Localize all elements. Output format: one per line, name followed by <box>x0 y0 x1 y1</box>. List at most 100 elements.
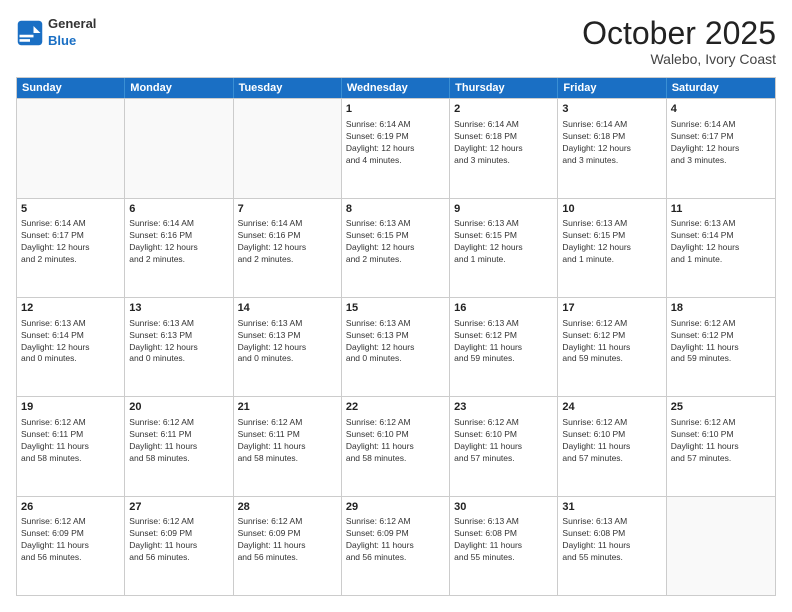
cell-day-number: 15 <box>346 301 445 316</box>
cal-cell: 11Sunrise: 6:13 AM Sunset: 6:14 PM Dayli… <box>667 199 775 297</box>
cell-info: Sunrise: 6:12 AM Sunset: 6:11 PM Dayligh… <box>21 417 120 465</box>
cell-info: Sunrise: 6:13 AM Sunset: 6:14 PM Dayligh… <box>671 218 771 266</box>
cal-cell: 17 Sunrise: 6:12 AM Sunset: 6:12 PM Dayli… <box>558 298 666 396</box>
cell-day-number: 29 <box>346 500 445 515</box>
cal-cell: 21Sunrise: 6:12 AM Sunset: 6:11 PM Dayli… <box>234 397 342 495</box>
cal-cell: 9Sunrise: 6:13 AM Sunset: 6:15 PM Daylig… <box>450 199 558 297</box>
logo: General Blue <box>16 16 96 50</box>
cell-day-number: 30 <box>454 500 553 515</box>
cal-cell: 1 Sunrise: 6:14 AM Sunset: 6:19 PM Daylig… <box>342 99 450 197</box>
cal-cell: 13 Sunrise: 6:13 AM Sunset: 6:13 PM Dayli… <box>125 298 233 396</box>
cal-cell: 22Sunrise: 6:12 AM Sunset: 6:10 PM Dayli… <box>342 397 450 495</box>
cell-info: Sunrise: 6:12 AM Sunset: 6:12 PM Dayligh… <box>562 318 661 366</box>
cell-day-number: 4 <box>671 102 771 117</box>
cell-info: Sunrise: 6:12 AM Sunset: 6:10 PM Dayligh… <box>671 417 771 465</box>
cell-day-number: 1 <box>346 102 445 117</box>
cal-cell: 3 Sunrise: 6:14 AM Sunset: 6:18 PM Daylig… <box>558 99 666 197</box>
cell-day-number: 26 <box>21 500 120 515</box>
logo-icon <box>16 19 44 47</box>
cell-day-number: 20 <box>129 400 228 415</box>
cell-day-number: 17 <box>562 301 661 316</box>
cell-info: Sunrise: 6:14 AM Sunset: 6:18 PM Dayligh… <box>454 119 553 167</box>
cell-info: Sunrise: 6:14 AM Sunset: 6:19 PM Dayligh… <box>346 119 445 167</box>
cell-info: Sunrise: 6:12 AM Sunset: 6:09 PM Dayligh… <box>129 516 228 564</box>
cell-info: Sunrise: 6:13 AM Sunset: 6:13 PM Dayligh… <box>238 318 337 366</box>
cell-info: Sunrise: 6:13 AM Sunset: 6:15 PM Dayligh… <box>562 218 661 266</box>
cell-info: Sunrise: 6:13 AM Sunset: 6:14 PM Dayligh… <box>21 318 120 366</box>
cal-cell: 16 Sunrise: 6:13 AM Sunset: 6:12 PM Dayli… <box>450 298 558 396</box>
cal-cell: 2 Sunrise: 6:14 AM Sunset: 6:18 PM Daylig… <box>450 99 558 197</box>
cell-info: Sunrise: 6:12 AM Sunset: 6:12 PM Dayligh… <box>671 318 771 366</box>
month-title: October 2025 <box>582 16 776 51</box>
cal-cell: 29Sunrise: 6:12 AM Sunset: 6:09 PM Dayli… <box>342 497 450 595</box>
cell-info: Sunrise: 6:14 AM Sunset: 6:16 PM Dayligh… <box>238 218 337 266</box>
cal-row-5: 26Sunrise: 6:12 AM Sunset: 6:09 PM Dayli… <box>17 496 775 595</box>
header-monday: Monday <box>125 78 233 98</box>
cell-info: Sunrise: 6:13 AM Sunset: 6:08 PM Dayligh… <box>562 516 661 564</box>
cal-cell: 25 Sunrise: 6:12 AM Sunset: 6:10 PM Dayli… <box>667 397 775 495</box>
header-saturday: Saturday <box>667 78 775 98</box>
cal-cell <box>125 99 233 197</box>
cell-info: Sunrise: 6:13 AM Sunset: 6:15 PM Dayligh… <box>454 218 553 266</box>
cal-cell: 30Sunrise: 6:13 AM Sunset: 6:08 PM Dayli… <box>450 497 558 595</box>
cell-day-number: 27 <box>129 500 228 515</box>
cal-cell: 5Sunrise: 6:14 AM Sunset: 6:17 PM Daylig… <box>17 199 125 297</box>
cell-info: Sunrise: 6:14 AM Sunset: 6:18 PM Dayligh… <box>562 119 661 167</box>
cal-cell: 4Sunrise: 6:14 AM Sunset: 6:17 PM Daylig… <box>667 99 775 197</box>
cell-day-number: 12 <box>21 301 120 316</box>
cal-cell: 6Sunrise: 6:14 AM Sunset: 6:16 PM Daylig… <box>125 199 233 297</box>
header-thursday: Thursday <box>450 78 558 98</box>
cell-info: Sunrise: 6:12 AM Sunset: 6:09 PM Dayligh… <box>21 516 120 564</box>
cell-day-number: 25 <box>671 400 771 415</box>
cell-info: Sunrise: 6:13 AM Sunset: 6:15 PM Dayligh… <box>346 218 445 266</box>
cell-day-number: 16 <box>454 301 553 316</box>
calendar: Sunday Monday Tuesday Wednesday Thursday… <box>16 77 776 596</box>
cell-day-number: 3 <box>562 102 661 117</box>
cell-day-number: 13 <box>129 301 228 316</box>
cell-info: Sunrise: 6:14 AM Sunset: 6:16 PM Dayligh… <box>129 218 228 266</box>
cell-day-number: 10 <box>562 202 661 217</box>
header-friday: Friday <box>558 78 666 98</box>
cell-day-number: 22 <box>346 400 445 415</box>
cal-cell: 24Sunrise: 6:12 AM Sunset: 6:10 PM Dayli… <box>558 397 666 495</box>
cal-row-1: 1 Sunrise: 6:14 AM Sunset: 6:19 PM Daylig… <box>17 98 775 197</box>
cal-cell: 18 Sunrise: 6:12 AM Sunset: 6:12 PM Dayli… <box>667 298 775 396</box>
cell-info: Sunrise: 6:13 AM Sunset: 6:13 PM Dayligh… <box>129 318 228 366</box>
cal-cell: 28Sunrise: 6:12 AM Sunset: 6:09 PM Dayli… <box>234 497 342 595</box>
cell-info: Sunrise: 6:13 AM Sunset: 6:08 PM Dayligh… <box>454 516 553 564</box>
cal-cell: 14 Sunrise: 6:13 AM Sunset: 6:13 PM Dayli… <box>234 298 342 396</box>
cell-day-number: 9 <box>454 202 553 217</box>
header-wednesday: Wednesday <box>342 78 450 98</box>
cell-day-number: 14 <box>238 301 337 316</box>
cell-info: Sunrise: 6:13 AM Sunset: 6:13 PM Dayligh… <box>346 318 445 366</box>
cal-cell <box>667 497 775 595</box>
header-tuesday: Tuesday <box>234 78 342 98</box>
cal-cell: 20 Sunrise: 6:12 AM Sunset: 6:11 PM Dayli… <box>125 397 233 495</box>
cal-cell: 10Sunrise: 6:13 AM Sunset: 6:15 PM Dayli… <box>558 199 666 297</box>
cell-day-number: 31 <box>562 500 661 515</box>
cell-info: Sunrise: 6:12 AM Sunset: 6:09 PM Dayligh… <box>346 516 445 564</box>
cell-day-number: 19 <box>21 400 120 415</box>
cal-row-4: 19 Sunrise: 6:12 AM Sunset: 6:11 PM Dayli… <box>17 396 775 495</box>
cell-info: Sunrise: 6:13 AM Sunset: 6:12 PM Dayligh… <box>454 318 553 366</box>
cal-cell: 19 Sunrise: 6:12 AM Sunset: 6:11 PM Dayli… <box>17 397 125 495</box>
cell-day-number: 5 <box>21 202 120 217</box>
cal-cell: 27Sunrise: 6:12 AM Sunset: 6:09 PM Dayli… <box>125 497 233 595</box>
cell-info: Sunrise: 6:14 AM Sunset: 6:17 PM Dayligh… <box>21 218 120 266</box>
cell-day-number: 8 <box>346 202 445 217</box>
cal-cell <box>234 99 342 197</box>
calendar-body: 1 Sunrise: 6:14 AM Sunset: 6:19 PM Daylig… <box>17 98 775 595</box>
cell-day-number: 24 <box>562 400 661 415</box>
cell-day-number: 21 <box>238 400 337 415</box>
cal-row-3: 12 Sunrise: 6:13 AM Sunset: 6:14 PM Dayli… <box>17 297 775 396</box>
location: Walebo, Ivory Coast <box>582 51 776 67</box>
cell-info: Sunrise: 6:12 AM Sunset: 6:11 PM Dayligh… <box>129 417 228 465</box>
cal-row-2: 5Sunrise: 6:14 AM Sunset: 6:17 PM Daylig… <box>17 198 775 297</box>
cell-day-number: 6 <box>129 202 228 217</box>
cell-day-number: 2 <box>454 102 553 117</box>
cal-cell: 23Sunrise: 6:12 AM Sunset: 6:10 PM Dayli… <box>450 397 558 495</box>
cal-cell: 7Sunrise: 6:14 AM Sunset: 6:16 PM Daylig… <box>234 199 342 297</box>
cell-day-number: 28 <box>238 500 337 515</box>
logo-blue: Blue <box>48 33 96 50</box>
cell-day-number: 18 <box>671 301 771 316</box>
